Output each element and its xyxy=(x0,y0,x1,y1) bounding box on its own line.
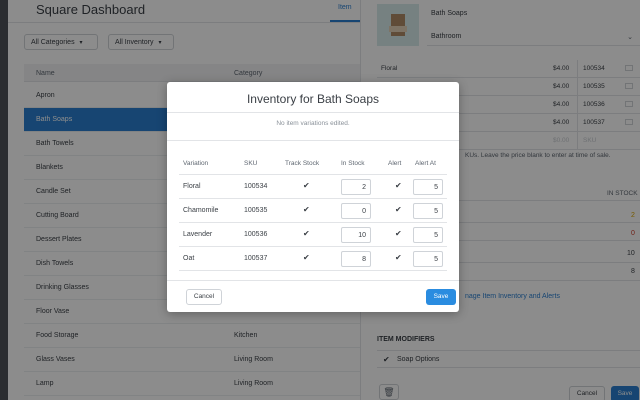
variation-sku: 100537 xyxy=(244,255,268,262)
modal-cancel-button[interactable]: Cancel xyxy=(186,289,222,305)
divider xyxy=(167,280,459,281)
modal-notice: No item variations edited. xyxy=(276,120,350,127)
track-stock-checkbox[interactable]: ✔ xyxy=(303,181,310,190)
in-stock-input[interactable]: 0 xyxy=(341,203,371,219)
app-window: Square Dashboard Item All Categories ▾ A… xyxy=(8,0,640,400)
column-header-variation: Variation xyxy=(183,160,209,167)
inventory-row: Lavender 100536 ✔ 10 ✔ 5 xyxy=(179,222,447,246)
track-stock-checkbox[interactable]: ✔ xyxy=(303,205,310,214)
in-stock-input[interactable]: 10 xyxy=(341,227,371,243)
alert-checkbox[interactable]: ✔ xyxy=(395,181,402,190)
alert-checkbox[interactable]: ✔ xyxy=(395,229,402,238)
in-stock-input[interactable]: 8 xyxy=(341,251,371,267)
column-header-alert: Alert xyxy=(388,160,402,167)
column-header-in-stock: In Stock xyxy=(341,160,365,167)
track-stock-checkbox[interactable]: ✔ xyxy=(303,229,310,238)
divider xyxy=(167,112,459,113)
alert-checkbox[interactable]: ✔ xyxy=(395,205,402,214)
modal-save-button[interactable]: Save xyxy=(426,289,456,305)
variation-name: Chamomile xyxy=(183,207,219,214)
alert-at-input[interactable]: 5 xyxy=(413,227,443,243)
variation-name: Oat xyxy=(183,255,195,262)
variation-sku: 100536 xyxy=(244,231,268,238)
variation-name: Floral xyxy=(183,183,201,190)
in-stock-input[interactable]: 2 xyxy=(341,179,371,195)
variation-sku: 100535 xyxy=(244,207,268,214)
column-header-sku: SKU xyxy=(244,160,258,167)
inventory-row: Oat 100537 ✔ 8 ✔ 5 xyxy=(179,246,447,270)
alert-at-input[interactable]: 5 xyxy=(413,179,443,195)
variation-sku: 100534 xyxy=(244,183,268,190)
column-header-alert-at: Alert At xyxy=(415,160,436,167)
column-header-track-stock: Track Stock xyxy=(285,160,320,167)
inventory-modal: Inventory for Bath Soaps No item variati… xyxy=(167,82,459,312)
divider xyxy=(167,140,459,141)
alert-checkbox[interactable]: ✔ xyxy=(395,253,402,262)
alert-at-input[interactable]: 5 xyxy=(413,203,443,219)
inventory-row: Floral 100534 ✔ 2 ✔ 5 xyxy=(179,174,447,198)
inventory-row: Chamomile 100535 ✔ 0 ✔ 5 xyxy=(179,198,447,222)
track-stock-checkbox[interactable]: ✔ xyxy=(303,253,310,262)
inventory-table-header: Variation SKU Track Stock In Stock Alert… xyxy=(179,156,447,172)
alert-at-input[interactable]: 5 xyxy=(413,251,443,267)
variation-name: Lavender xyxy=(183,231,213,238)
modal-title: Inventory for Bath Soaps xyxy=(246,92,380,106)
divider xyxy=(179,270,447,271)
